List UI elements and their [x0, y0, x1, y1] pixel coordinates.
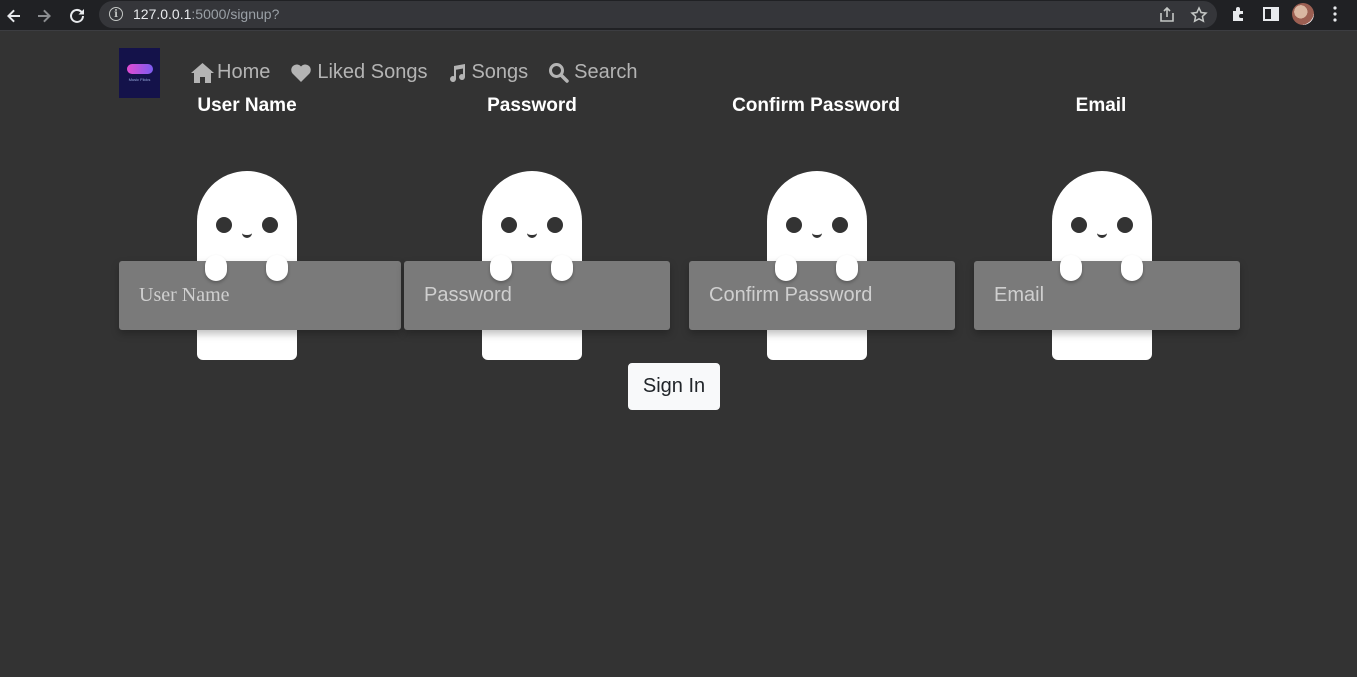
ghost-paw	[205, 255, 227, 281]
logo-text: Music Flicks	[128, 77, 151, 82]
nav-search-label: Search	[574, 61, 638, 83]
ghost-eye	[1071, 217, 1087, 233]
forward-icon[interactable]	[32, 4, 56, 28]
extensions-icon[interactable]	[1230, 5, 1248, 23]
nav-songs-label: Songs	[471, 61, 529, 83]
music-note-icon	[450, 63, 466, 82]
password-input[interactable]	[404, 261, 670, 330]
confirm-password-label: Confirm Password	[732, 95, 900, 116]
ghost-mouth	[1097, 232, 1107, 238]
profile-avatar[interactable]	[1292, 3, 1314, 25]
username-input[interactable]	[119, 261, 401, 330]
ghost-eye	[786, 217, 802, 233]
ghost-mouth	[527, 232, 537, 238]
site-logo[interactable]: Music Flicks	[119, 48, 160, 98]
ghost-paw	[836, 255, 858, 281]
main-nav: Home Liked Songs Songs Search	[190, 61, 658, 84]
heart-icon	[291, 63, 312, 82]
ghost-eye	[547, 217, 563, 233]
ghost-paw	[775, 255, 797, 281]
email-input[interactable]	[974, 261, 1240, 330]
logo-wave-icon	[126, 64, 153, 74]
password-label: Password	[487, 95, 577, 116]
ghost-paw	[266, 255, 288, 281]
url-path: :5000/signup?	[191, 6, 280, 22]
nav-home-label: Home	[217, 61, 271, 83]
ghost-paw	[490, 255, 512, 281]
ghost-eye	[501, 217, 517, 233]
back-icon[interactable]	[2, 4, 26, 28]
search-icon	[549, 63, 569, 83]
browser-toolbar: i 127.0.0.1:5000/signup?	[0, 0, 1357, 31]
email-label: Email	[1075, 95, 1127, 116]
ghost-eye	[262, 217, 278, 233]
ghost-paw	[1121, 255, 1143, 281]
url-host: 127.0.0.1	[133, 6, 192, 22]
sign-in-button[interactable]: Sign In	[628, 363, 720, 410]
nav-songs[interactable]: Songs	[447, 61, 528, 84]
address-bar[interactable]: i 127.0.0.1:5000/signup?	[99, 1, 1217, 28]
ghost-eye	[216, 217, 232, 233]
share-icon[interactable]	[1158, 6, 1176, 24]
ghost-eye	[832, 217, 848, 233]
url-text: 127.0.0.1:5000/signup?	[133, 6, 279, 22]
confirm-password-input[interactable]	[689, 261, 955, 330]
side-panel-icon[interactable]	[1262, 5, 1280, 23]
nav-home[interactable]: Home	[190, 61, 270, 84]
nav-liked-songs[interactable]: Liked Songs	[290, 61, 427, 84]
username-label: User Name	[197, 95, 297, 116]
home-icon	[191, 62, 214, 83]
nav-liked-label: Liked Songs	[317, 61, 428, 83]
ghost-mouth	[242, 232, 252, 238]
nav-search[interactable]: Search	[548, 61, 638, 84]
ghost-mouth	[812, 232, 822, 238]
ghost-eye	[1117, 217, 1133, 233]
info-icon[interactable]: i	[109, 7, 123, 21]
ghost-paw	[551, 255, 573, 281]
reload-icon[interactable]	[65, 4, 89, 28]
bookmark-star-icon[interactable]	[1190, 6, 1208, 24]
menu-kebab-icon[interactable]	[1326, 5, 1344, 23]
ghost-paw	[1060, 255, 1082, 281]
